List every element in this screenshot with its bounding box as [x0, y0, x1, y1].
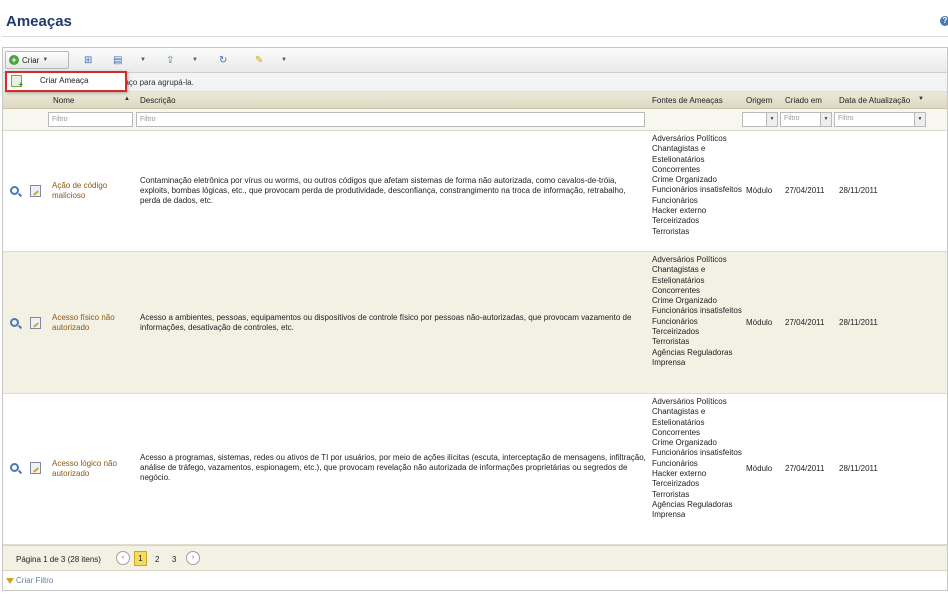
next-page-button[interactable]: › — [186, 551, 200, 565]
column-header-nome[interactable]: Nome — [53, 96, 74, 105]
column-header-descricao[interactable]: Descrição — [140, 96, 176, 105]
page-3-button[interactable]: 3 — [172, 555, 176, 564]
threat-description: Acesso a ambientes, pessoas, equipamento… — [140, 313, 632, 332]
filter-criado-placeholder: Filtro — [784, 115, 800, 122]
page-2-button[interactable]: 2 — [155, 555, 159, 564]
threat-updated-date: 28/11/2011 — [839, 318, 878, 327]
column-header-atualizacao[interactable]: Data de Atualização — [839, 96, 910, 105]
pager: Página 1 de 3 (28 itens) ‹ 1 2 3 › — [3, 545, 947, 571]
threat-created-date: 27/04/2011 — [785, 186, 825, 195]
toolbar: + Criar ▼ ⊞ ▤ ▼ ⇪ ▼ ↻ ✎ ▼ — [3, 48, 947, 73]
edit-button[interactable]: ✎ — [252, 51, 266, 69]
filter-row: Filtro Filtro ▼ Filtro ▼ Filtro ▼ — [3, 109, 947, 131]
threat-created-date: 27/04/2011 — [785, 464, 825, 473]
create-dropdown-menu: Criar Ameaça — [5, 71, 127, 92]
edit-icon[interactable] — [30, 317, 41, 329]
group-by-bar[interactable]: paço para agrupá-la. — [3, 73, 947, 92]
refresh-button[interactable]: ↻ — [216, 51, 230, 69]
edit-icon: ✎ — [255, 54, 264, 66]
threat-sources: Adversários Políticos Chantagistas e Est… — [652, 397, 742, 520]
column-header-row: Nome ▲ Descrição Fontes de Ameaças Orige… — [3, 92, 947, 109]
table-row[interactable]: Acesso físico não autorizado Acesso a am… — [3, 252, 947, 394]
threat-name-link[interactable]: Acesso lógico não autorizado — [52, 459, 134, 479]
filter-criado-input[interactable]: Filtro ▼ — [780, 112, 832, 127]
create-button[interactable]: + Criar ▼ — [5, 51, 69, 69]
threat-description: Acesso a programas, sistemas, redes ou a… — [140, 453, 646, 482]
threat-updated-date: 28/11/2011 — [839, 186, 878, 195]
threat-origin: Módulo — [746, 318, 773, 327]
add-document-icon — [11, 75, 23, 89]
view-icon[interactable] — [10, 186, 19, 195]
columns-menu-button[interactable]: ▼ — [137, 51, 149, 69]
view-icon[interactable] — [10, 463, 19, 472]
threat-description: Contaminação eletrônica por vírus ou wor… — [140, 176, 626, 205]
column-header-fontes[interactable]: Fontes de Ameaças — [652, 96, 723, 105]
threat-origin: Módulo — [746, 186, 773, 195]
help-icon[interactable]: ? — [940, 16, 948, 26]
export-icon: ⇪ — [166, 54, 175, 66]
export-button[interactable]: ⇪ — [163, 51, 177, 69]
sort-asc-icon: ▲ — [124, 96, 130, 102]
threat-name-link[interactable]: Acesso físico não autorizado — [52, 313, 134, 333]
group-by-hint: paço para agrupá-la. — [120, 78, 194, 87]
create-filter-link[interactable]: Criar Filtro — [6, 576, 53, 585]
filter-origem-select[interactable]: ▼ — [742, 112, 778, 127]
chevron-down-icon: ▼ — [766, 113, 777, 126]
view-icon[interactable] — [10, 318, 19, 327]
hierarchy-button[interactable]: ⊞ — [81, 51, 95, 69]
threats-grid: + Criar ▼ ⊞ ▤ ▼ ⇪ ▼ ↻ ✎ ▼ paço para agru… — [2, 47, 948, 591]
prev-page-button[interactable]: ‹ — [116, 551, 130, 565]
column-header-origem[interactable]: Origem — [746, 96, 772, 105]
chevron-down-icon: ▼ — [192, 57, 198, 63]
columns-button[interactable]: ▤ — [110, 51, 125, 69]
table-row[interactable]: Acesso lógico não autorizado Acesso a pr… — [3, 394, 947, 545]
refresh-icon: ↻ — [219, 54, 228, 66]
chevron-down-icon: ▼ — [281, 57, 287, 63]
chevron-down-icon: ▼ — [42, 57, 49, 63]
threat-sources: Adversários Políticos Chantagistas e Est… — [652, 134, 742, 236]
menu-item-create-threat[interactable]: Criar Ameaça — [7, 73, 125, 90]
filter-nome-input[interactable]: Filtro — [48, 112, 133, 127]
columns-icon: ▤ — [113, 54, 123, 66]
create-filter-label: Criar Filtro — [16, 576, 54, 585]
filter-icon — [6, 577, 14, 584]
plus-icon: + — [9, 55, 19, 65]
hierarchy-icon: ⊞ — [84, 54, 93, 66]
filter-atualizacao-placeholder: Filtro — [838, 115, 854, 122]
threat-name-link[interactable]: Ação de código malicioso — [52, 181, 134, 201]
filter-descricao-input[interactable]: Filtro — [136, 112, 645, 127]
threat-origin: Módulo — [746, 464, 773, 473]
table-row[interactable]: Ação de código malicioso Contaminação el… — [3, 131, 947, 252]
filter-atualizacao-input[interactable]: Filtro ▼ — [834, 112, 926, 127]
sort-desc-icon: ▼ — [918, 96, 924, 102]
chevron-down-icon: ▼ — [914, 113, 925, 126]
column-header-criado[interactable]: Criado em — [785, 96, 822, 105]
edit-icon[interactable] — [30, 185, 41, 197]
pager-summary: Página 1 de 3 (28 itens) — [16, 555, 101, 564]
page-1-button[interactable]: 1 — [134, 551, 147, 566]
chevron-down-icon: ▼ — [140, 57, 146, 63]
edit-menu-button[interactable]: ▼ — [278, 51, 290, 69]
create-button-label: Criar — [22, 55, 40, 65]
threat-sources: Adversários Políticos Chantagistas e Est… — [652, 255, 742, 367]
threat-updated-date: 28/11/2011 — [839, 464, 878, 473]
edit-icon[interactable] — [30, 462, 41, 474]
export-menu-button[interactable]: ▼ — [189, 51, 201, 69]
page-title: Ameaças — [6, 13, 72, 30]
title-divider — [2, 36, 948, 37]
menu-item-label: Criar Ameaça — [40, 76, 89, 85]
threat-created-date: 27/04/2011 — [785, 318, 825, 327]
chevron-down-icon: ▼ — [820, 113, 831, 126]
